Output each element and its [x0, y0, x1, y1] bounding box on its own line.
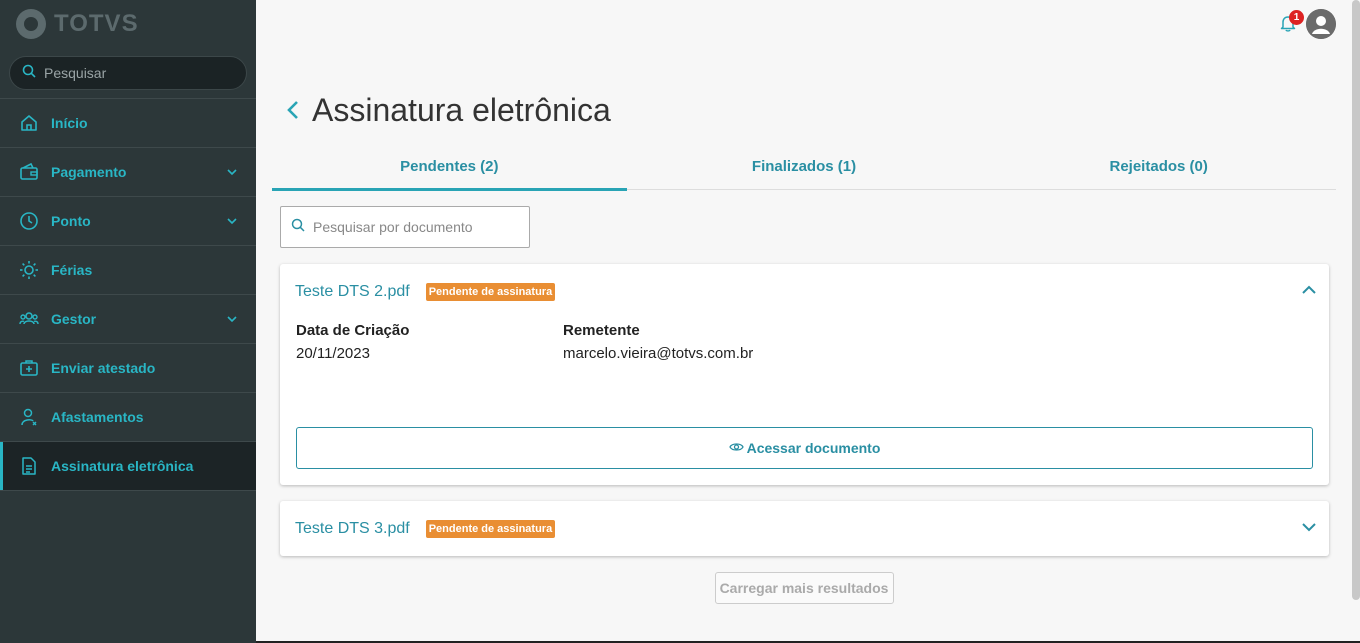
status-tabs: Pendentes (2) Finalizados (1) Rejeitados… — [272, 159, 1336, 191]
tab-finalizados[interactable]: Finalizados (1) — [627, 159, 982, 190]
tab-pendentes[interactable]: Pendentes (2) — [272, 159, 627, 191]
page-scrollbar[interactable] — [1352, 0, 1360, 600]
document-card: Teste DTS 2.pdf Pendente de assinatura D… — [280, 264, 1329, 485]
clock-icon — [18, 210, 40, 232]
page-title: Assinatura eletrônica — [312, 91, 611, 128]
status-badge: Pendente de assinatura — [425, 520, 556, 538]
home-icon — [18, 112, 40, 134]
eye-icon — [728, 440, 744, 456]
search-icon — [22, 64, 36, 83]
sidebar-item-label: Pagamento — [51, 164, 127, 180]
sun-icon — [18, 259, 40, 281]
sidebar-item-enviar-atestado[interactable]: Enviar atestado — [0, 344, 256, 393]
document-icon — [18, 455, 40, 477]
sidebar-item-label: Gestor — [51, 311, 97, 327]
sidebar-item-inicio[interactable]: Início — [0, 99, 256, 148]
sidebar-item-label: Afastamentos — [51, 409, 144, 425]
totvs-logo[interactable]: TOTVS — [0, 0, 256, 48]
sidebar-search — [9, 56, 247, 90]
sidebar-item-pagamento[interactable]: Pagamento — [0, 148, 256, 197]
load-more-button[interactable]: Carregar mais resultados — [714, 572, 894, 604]
sender-value: marcelo.vieira@totvs.com.br — [563, 345, 754, 362]
sidebar-item-ferias[interactable]: Férias — [0, 246, 256, 295]
sidebar-item-assinatura-eletronica[interactable]: Assinatura eletrônica — [0, 442, 256, 491]
tab-rejeitados[interactable]: Rejeitados (0) — [981, 159, 1336, 190]
sidebar-item-ponto[interactable]: Ponto — [0, 197, 256, 246]
sidebar-menu: Início Pagamento Ponto Férias Gestor Env… — [0, 98, 256, 491]
sidebar-item-label: Assinatura eletrônica — [51, 458, 194, 474]
document-search-input[interactable] — [313, 219, 523, 235]
team-icon — [18, 308, 40, 330]
medical-kit-icon — [18, 357, 40, 379]
document-search — [280, 206, 530, 248]
document-details: Data de Criação 20/11/2023 Remetente mar… — [280, 322, 1329, 362]
sidebar-item-label: Enviar atestado — [51, 360, 156, 376]
created-date-field: Data de Criação 20/11/2023 — [296, 322, 563, 362]
top-bar: 1 — [256, 0, 1352, 48]
sidebar-item-label: Início — [51, 115, 88, 131]
chevron-up-icon[interactable] — [1301, 282, 1317, 303]
main-content: Assinatura eletrônica Pendentes (2) Fina… — [272, 48, 1336, 604]
created-date-value: 20/11/2023 — [296, 345, 370, 362]
search-icon — [291, 218, 305, 237]
sidebar-item-label: Ponto — [51, 213, 91, 229]
document-card: Teste DTS 3.pdf Pendente de assinatura — [280, 501, 1329, 556]
brand-name: TOTVS — [54, 10, 139, 37]
access-document-label: Acessar documento — [746, 440, 881, 456]
sidebar-item-afastamentos[interactable]: Afastamentos — [0, 393, 256, 442]
sidebar-item-gestor[interactable]: Gestor — [0, 295, 256, 344]
chevron-down-icon — [226, 165, 238, 183]
notification-badge: 1 — [1289, 10, 1304, 25]
access-document-button[interactable]: Acessar documento — [296, 427, 1313, 469]
document-card-header[interactable]: Teste DTS 3.pdf Pendente de assinatura — [280, 501, 1329, 557]
chevron-down-icon — [226, 214, 238, 232]
totvs-logo-icon — [16, 9, 46, 39]
document-card-header[interactable]: Teste DTS 2.pdf Pendente de assinatura — [280, 264, 1329, 320]
document-name: Teste DTS 2.pdf — [295, 283, 410, 300]
status-badge: Pendente de assinatura — [425, 283, 556, 301]
chevron-down-icon — [226, 312, 238, 330]
sender-label: Remetente — [563, 322, 640, 339]
created-date-label: Data de Criação — [296, 322, 410, 339]
sidebar: TOTVS Início Pagamento Ponto — [0, 0, 256, 643]
back-arrow-icon[interactable] — [280, 97, 306, 123]
page-header: Assinatura eletrônica — [272, 48, 1336, 172]
avatar[interactable] — [1306, 9, 1336, 39]
sender-field: Remetente marcelo.vieira@totvs.com.br — [563, 322, 830, 362]
chevron-down-icon[interactable] — [1301, 519, 1317, 540]
wallet-icon — [18, 161, 40, 183]
sidebar-search-input[interactable] — [44, 65, 224, 81]
document-name: Teste DTS 3.pdf — [295, 520, 410, 537]
user-away-icon — [18, 406, 40, 428]
sidebar-item-label: Férias — [51, 262, 93, 278]
